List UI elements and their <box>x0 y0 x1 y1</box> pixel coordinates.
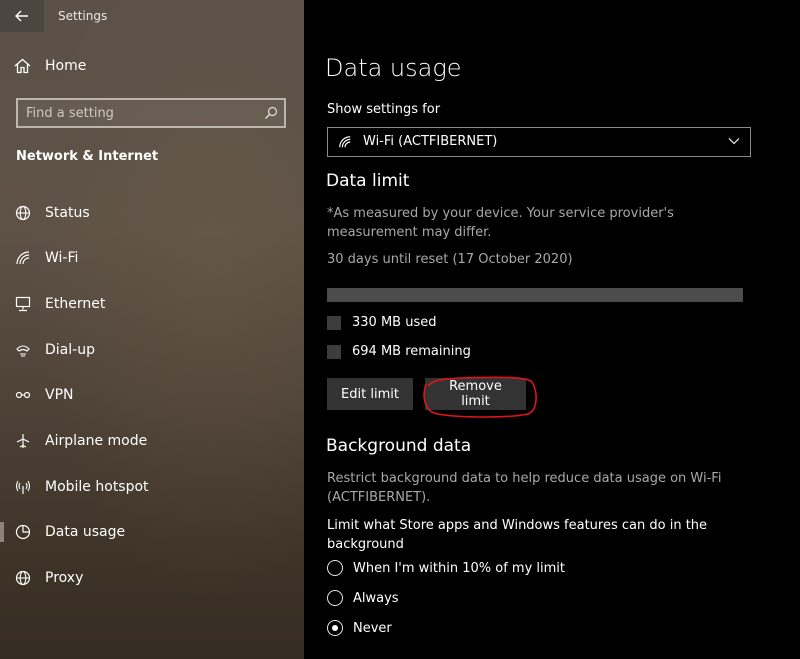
network-select-value: Wi-Fi (ACTFIBERNET) <box>363 134 498 149</box>
radio-option-within-limit[interactable]: When I'm within 10% of my limit <box>327 560 565 576</box>
vpn-icon <box>14 387 32 403</box>
radio-button[interactable] <box>327 620 343 636</box>
home-icon <box>14 58 31 74</box>
usage-progress-bar <box>327 288 743 302</box>
radio-option-never[interactable]: Never <box>327 620 392 636</box>
airplane-icon <box>14 433 32 449</box>
app-title: Settings <box>58 9 108 23</box>
wifi-icon <box>339 136 351 148</box>
background-data-question: Limit what Store apps and Windows featur… <box>327 518 708 552</box>
legend-used: 330 MB used <box>327 315 436 330</box>
main-content: Data usage Show settings for Wi-Fi (ACTF… <box>304 0 800 659</box>
search-icon[interactable] <box>264 106 278 120</box>
remaining-swatch <box>327 344 341 359</box>
section-heading: Network & Internet <box>16 149 159 164</box>
wifi-icon <box>14 250 32 266</box>
reset-text: 30 days until reset (17 October 2020) <box>327 252 573 267</box>
globe-icon <box>14 205 32 221</box>
edit-limit-button[interactable]: Edit limit <box>327 378 413 410</box>
back-arrow-icon <box>15 10 28 22</box>
data-usage-icon <box>14 524 32 540</box>
sidebar-item-dialup[interactable]: Dial-up <box>0 330 304 370</box>
sidebar-item-proxy[interactable]: Proxy <box>0 558 304 598</box>
search-box[interactable] <box>16 98 286 128</box>
sidebar-item-airplane-mode[interactable]: Airplane mode <box>0 421 304 461</box>
data-limit-heading: Data limit <box>326 171 410 191</box>
background-data-heading: Background data <box>326 436 472 456</box>
radio-button[interactable] <box>327 560 343 576</box>
sidebar-item-ethernet[interactable]: Ethernet <box>0 284 304 324</box>
usage-progress-fill <box>327 288 461 302</box>
sidebar-item-label: Wi-Fi <box>45 250 79 266</box>
sidebar-item-data-usage[interactable]: Data usage <box>0 512 304 552</box>
radio-label: Always <box>353 590 399 606</box>
sidebar-item-label: VPN <box>45 387 74 403</box>
ethernet-icon <box>14 296 32 312</box>
back-button[interactable] <box>0 0 44 32</box>
chevron-down-icon <box>728 138 740 145</box>
sidebar-item-mobile-hotspot[interactable]: Mobile hotspot <box>0 467 304 507</box>
show-settings-label: Show settings for <box>327 102 441 117</box>
radio-button[interactable] <box>327 590 343 606</box>
sidebar-item-label: Data usage <box>45 524 126 540</box>
sidebar-item-label: Airplane mode <box>45 433 148 449</box>
hotspot-icon <box>14 479 32 495</box>
sidebar-item-status[interactable]: Status <box>0 193 304 233</box>
page-title: Data usage <box>325 54 462 82</box>
radio-label: When I'm within 10% of my limit <box>353 560 566 576</box>
remaining-label: 694 MB remaining <box>352 344 471 359</box>
title-bar: Settings <box>0 0 304 32</box>
dialup-icon <box>14 342 32 358</box>
sidebar-item-label: Dial-up <box>45 342 95 358</box>
measurement-note: *As measured by your device. Your servic… <box>327 206 674 240</box>
network-select[interactable]: Wi-Fi (ACTFIBERNET) <box>327 127 751 157</box>
search-input[interactable] <box>18 100 258 126</box>
used-label: 330 MB used <box>352 315 437 330</box>
background-data-description: Restrict background data to help reduce … <box>327 471 722 505</box>
home-link[interactable]: Home <box>14 58 86 74</box>
sidebar-item-label: Status <box>45 205 90 221</box>
sidebar-item-label: Proxy <box>45 570 84 586</box>
legend-remaining: 694 MB remaining <box>327 344 471 359</box>
sidebar: Settings Home Network & Internet Status … <box>0 0 304 659</box>
sidebar-item-label: Mobile hotspot <box>45 479 149 495</box>
radio-label: Never <box>353 620 392 636</box>
radio-option-always[interactable]: Always <box>327 590 399 606</box>
used-swatch <box>327 315 341 330</box>
remove-limit-button[interactable]: Remove limit <box>425 378 526 410</box>
sidebar-item-vpn[interactable]: VPN <box>0 375 304 415</box>
home-label: Home <box>45 58 87 74</box>
sidebar-item-wifi[interactable]: Wi-Fi <box>0 238 304 278</box>
sidebar-item-label: Ethernet <box>45 296 106 312</box>
globe-icon <box>14 570 32 586</box>
